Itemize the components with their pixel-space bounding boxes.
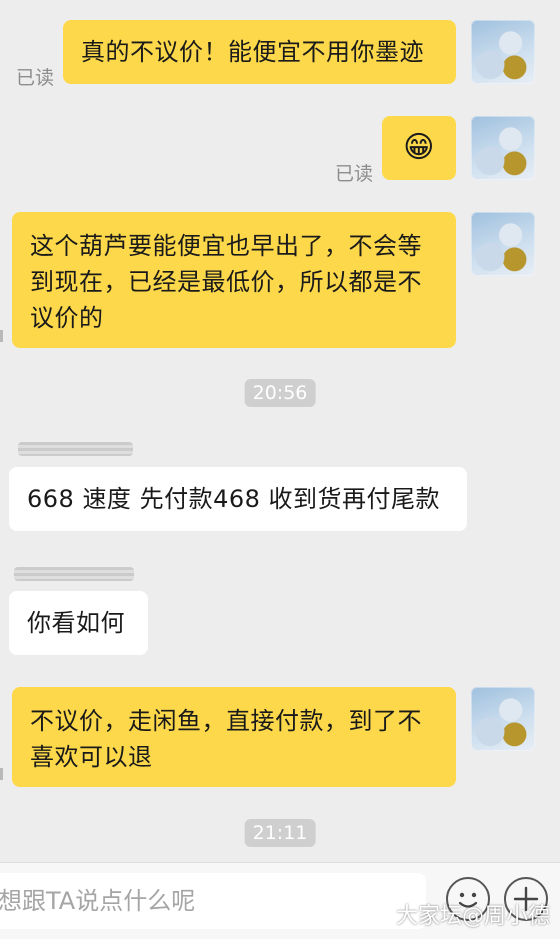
my-avatar[interactable]: [471, 212, 535, 276]
grin-emoji-icon: 😁: [403, 130, 435, 165]
message-input-container[interactable]: [0, 873, 426, 929]
message-text: 这个葫芦要能便宜也早出了，不会等到现在，已经是最低价，所以都是不议价的: [30, 232, 422, 332]
message-bubble-outgoing[interactable]: 不议价，走闲鱼，直接付款，到了不喜欢可以退: [12, 687, 456, 787]
edge-marker: [0, 330, 3, 342]
message-text: 你看如何: [27, 609, 125, 637]
message-text: 真的不议价！能便宜不用你墨迹: [81, 38, 424, 66]
edge-marker: [0, 768, 3, 780]
read-status: 已读: [335, 163, 374, 185]
message-input[interactable]: [0, 873, 426, 929]
message-text: 不议价，走闲鱼，直接付款，到了不喜欢可以退: [30, 707, 422, 771]
my-avatar[interactable]: [471, 687, 535, 751]
watermark: 大家坛@周小德: [395, 904, 550, 929]
timestamp: 21:11: [244, 819, 316, 847]
message-text: 668 速度 先付款468 收到货再付尾款: [27, 485, 441, 513]
sender-name-blurred: [14, 567, 134, 581]
read-status: 已读: [16, 67, 55, 89]
sender-name-blurred: [18, 442, 133, 456]
emoji-bubble-outgoing[interactable]: 😁: [382, 116, 456, 180]
message-bubble-incoming[interactable]: 668 速度 先付款468 收到货再付尾款: [9, 467, 467, 531]
my-avatar[interactable]: [471, 116, 535, 180]
message-bubble-outgoing[interactable]: 真的不议价！能便宜不用你墨迹: [63, 20, 456, 84]
timestamp: 20:56: [244, 379, 316, 407]
message-bubble-incoming[interactable]: 你看如何: [9, 591, 148, 655]
message-bubble-outgoing[interactable]: 这个葫芦要能便宜也早出了，不会等到现在，已经是最低价，所以都是不议价的: [12, 212, 456, 348]
my-avatar[interactable]: [471, 20, 535, 84]
